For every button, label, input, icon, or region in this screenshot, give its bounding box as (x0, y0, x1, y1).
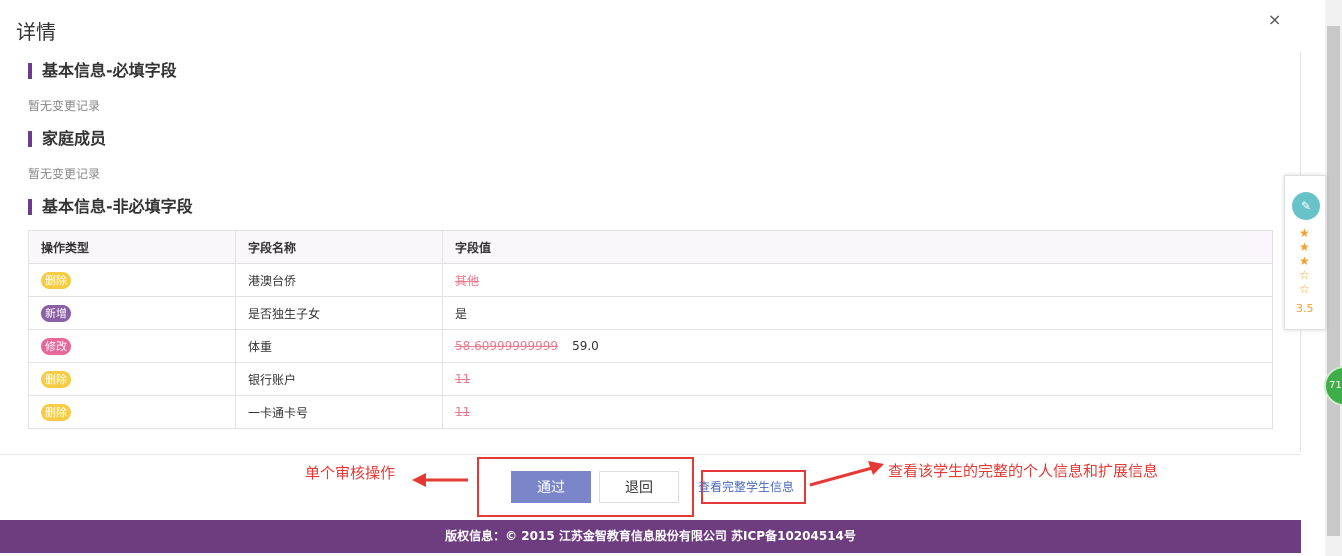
star-empty-icon: ☆ (1299, 282, 1310, 296)
old-value: 其他 (455, 273, 480, 288)
modal-title: 详情 (16, 20, 56, 44)
op-badge-add: 新增 (41, 304, 71, 322)
return-button[interactable]: 退回 (599, 471, 679, 503)
op-badge-delete: 删除 (41, 403, 71, 421)
star-filled-icon: ★ (1299, 240, 1310, 254)
op-badge-delete: 删除 (41, 271, 71, 289)
close-button[interactable]: × (1268, 10, 1281, 29)
detail-modal: 详情 × 基本信息-必填字段 暂无变更记录 家庭成员 暂无变更记录 基本信息-非… (0, 0, 1301, 556)
old-value: 11 (455, 405, 471, 419)
view-full-student-info-link[interactable]: 查看完整学生信息 (698, 478, 794, 495)
old-value: 11 (455, 372, 471, 386)
annotation-left-text: 单个审核操作 (305, 464, 396, 482)
table-row: 删除 港澳台侨 其他 (28, 263, 1273, 297)
new-value: 59.0 (572, 339, 599, 353)
detail-content: 基本信息-必填字段 暂无变更记录 家庭成员 暂无变更记录 基本信息-非必填字段 … (0, 52, 1301, 452)
table-row: 新增 是否独生子女 是 (28, 296, 1273, 330)
family-empty-text: 暂无变更记录 (28, 167, 101, 181)
rating-widget[interactable]: ✎ ★ ★ ★ ☆ ☆ 3.5 (1284, 175, 1326, 330)
table-row: 修改 体重 58.60999999999 59.0 (28, 329, 1273, 363)
footer-divider (0, 454, 1301, 455)
table-row: 删除 一卡通卡号 11 (28, 395, 1273, 429)
table-header-row: 操作类型 字段名称 字段值 (28, 230, 1273, 264)
section-title-optional: 基本信息-非必填字段 (28, 199, 193, 215)
section-title-family: 家庭成员 (28, 131, 106, 147)
field-name: 一卡通卡号 (235, 395, 443, 429)
change-table: 操作类型 字段名称 字段值 删除 港澳台侨 其他 新增 是否独生子女 是 修改 (28, 230, 1273, 429)
pass-button[interactable]: 通过 (511, 471, 591, 503)
arrow-left-icon (412, 473, 468, 487)
field-name: 银行账户 (235, 362, 443, 396)
star-filled-icon: ★ (1299, 254, 1310, 268)
field-name: 是否独生子女 (235, 296, 443, 330)
field-name: 港澳台侨 (235, 263, 443, 297)
op-badge-modify: 修改 (41, 337, 71, 355)
old-value: 58.60999999999 (455, 339, 559, 353)
star-empty-icon: ☆ (1299, 268, 1310, 282)
annotation-right-text: 查看该学生的完整的个人信息和扩展信息 (888, 462, 1159, 480)
scrollbar-thumb[interactable] (1327, 26, 1340, 536)
header-op-type: 操作类型 (28, 230, 236, 264)
copyright-footer: 版权信息：© 2015 江苏金智教育信息股份有限公司 苏ICP备10204514… (0, 520, 1301, 553)
new-value: 是 (455, 306, 468, 321)
field-name: 体重 (235, 329, 443, 363)
required-empty-text: 暂无变更记录 (28, 99, 101, 113)
star-filled-icon: ★ (1299, 226, 1310, 240)
arrow-right-icon (809, 461, 884, 487)
header-field-name: 字段名称 (235, 230, 443, 264)
header-field-value: 字段值 (442, 230, 1273, 264)
rating-score: 3.5 (1296, 302, 1314, 315)
rating-avatar-icon[interactable]: ✎ (1292, 192, 1320, 220)
section-title-required: 基本信息-必填字段 (28, 63, 177, 79)
op-badge-delete: 删除 (41, 370, 71, 388)
table-row: 删除 银行账户 11 (28, 362, 1273, 396)
